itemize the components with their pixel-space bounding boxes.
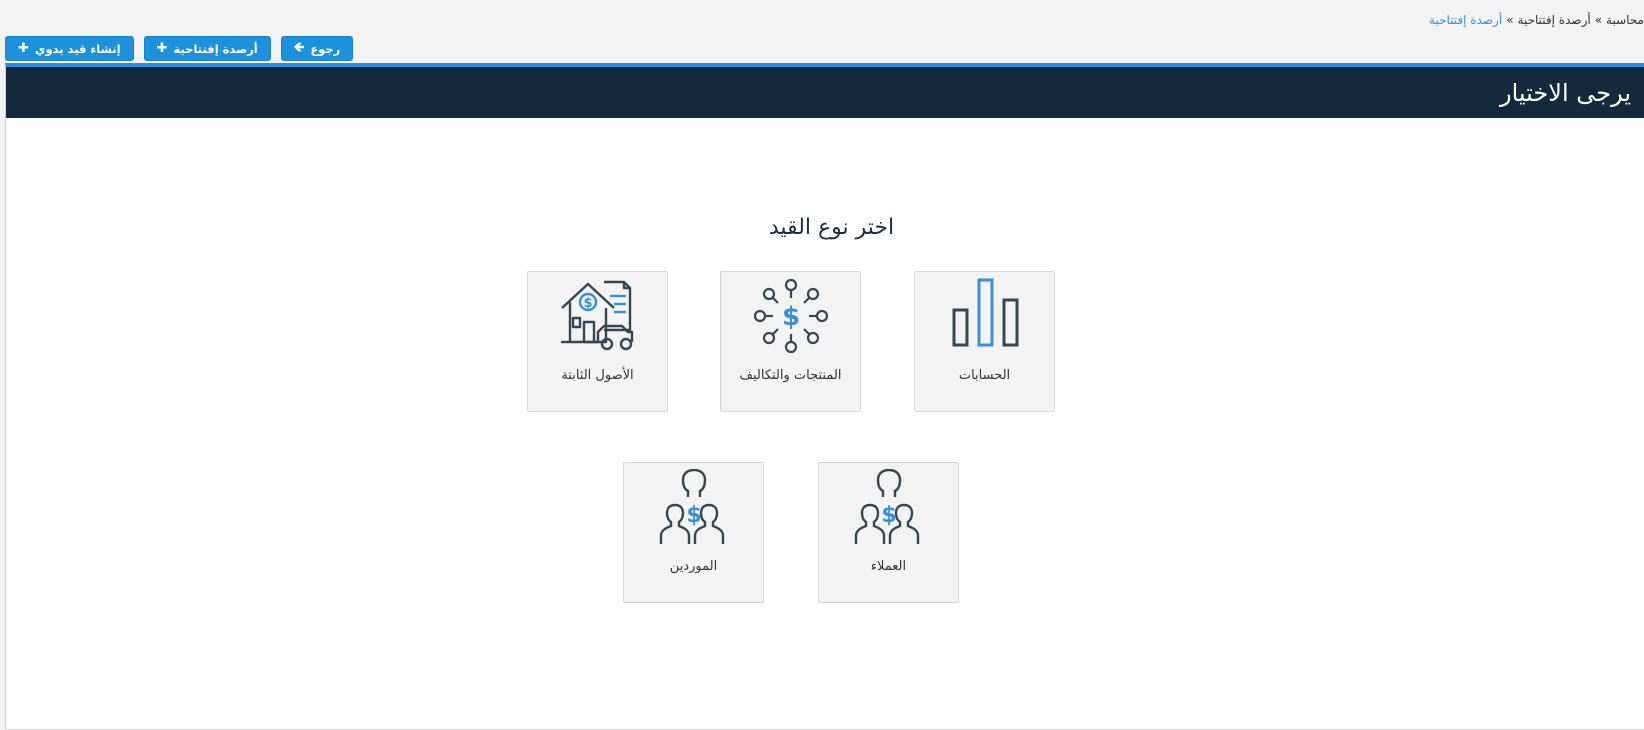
tile-customers[interactable]: $ العملاء bbox=[818, 462, 959, 603]
bar-chart-icon bbox=[952, 278, 1019, 347]
breadcrumb-separator: » bbox=[1506, 13, 1514, 27]
action-bar: إنشاء قيد يدوي ✚ أرصدة إفتتاحية ✚ رجوع 🡸 bbox=[5, 36, 354, 61]
selection-panel: يرجى الاختيار اختر نوع القيد الحسابات $ bbox=[5, 63, 1644, 730]
choose-entry-type-heading: اختر نوع القيد bbox=[768, 215, 895, 240]
people-dollar-icon: $ bbox=[659, 469, 725, 544]
svg-text:$: $ bbox=[881, 503, 896, 528]
create-manual-entry-label: إنشاء قيد يدوي bbox=[34, 41, 121, 56]
panel-header: يرجى الاختيار bbox=[6, 67, 1644, 118]
svg-text:$: $ bbox=[782, 302, 800, 332]
svg-text:$: $ bbox=[583, 296, 592, 311]
arrow-left-icon: 🡸 bbox=[293, 39, 305, 55]
opening-balances-label: أرصدة إفتتاحية bbox=[173, 41, 258, 56]
breadcrumb-item-opening-balances[interactable]: أرصدة إفتتاحية bbox=[1518, 13, 1591, 27]
panel-title: يرجى الاختيار bbox=[1500, 78, 1631, 107]
tile-products-costs[interactable]: $ المنتجات والتكاليف bbox=[720, 271, 861, 412]
tile-suppliers[interactable]: $ الموردين bbox=[623, 462, 764, 603]
breadcrumb-current[interactable]: أرصدة إفتتاحية bbox=[1429, 13, 1502, 27]
breadcrumb-separator: » bbox=[1594, 13, 1603, 27]
tile-products-costs-label: المنتجات والتكاليف bbox=[739, 368, 842, 383]
people-dollar-icon: $ bbox=[854, 469, 920, 544]
plus-icon: ✚ bbox=[156, 41, 168, 56]
tile-fixed-assets-label: الأصول الثابتة bbox=[561, 368, 634, 383]
house-asset-icon: $ bbox=[561, 280, 634, 351]
back-button[interactable]: رجوع 🡸 bbox=[280, 36, 354, 61]
tile-accounts-label: الحسابات bbox=[958, 368, 1011, 383]
back-label: رجوع bbox=[310, 41, 341, 56]
breadcrumb: محاسبة»أرصدة إفتتاحية»أرصدة إفتتاحية bbox=[1429, 13, 1644, 27]
tile-customers-label: العملاء bbox=[870, 559, 907, 574]
breadcrumb-item-accounting[interactable]: محاسبة bbox=[1606, 13, 1644, 27]
create-manual-entry-button[interactable]: إنشاء قيد يدوي ✚ bbox=[5, 36, 134, 61]
tile-accounts[interactable]: الحسابات bbox=[914, 271, 1055, 412]
tile-fixed-assets[interactable]: $ الأصول الثابتة bbox=[527, 271, 668, 412]
dollar-network-icon: $ bbox=[753, 278, 829, 354]
opening-balances-button[interactable]: أرصدة إفتتاحية ✚ bbox=[143, 36, 271, 61]
svg-text:$: $ bbox=[686, 503, 701, 528]
tile-suppliers-label: الموردين bbox=[669, 559, 718, 574]
plus-icon: ✚ bbox=[18, 41, 29, 56]
